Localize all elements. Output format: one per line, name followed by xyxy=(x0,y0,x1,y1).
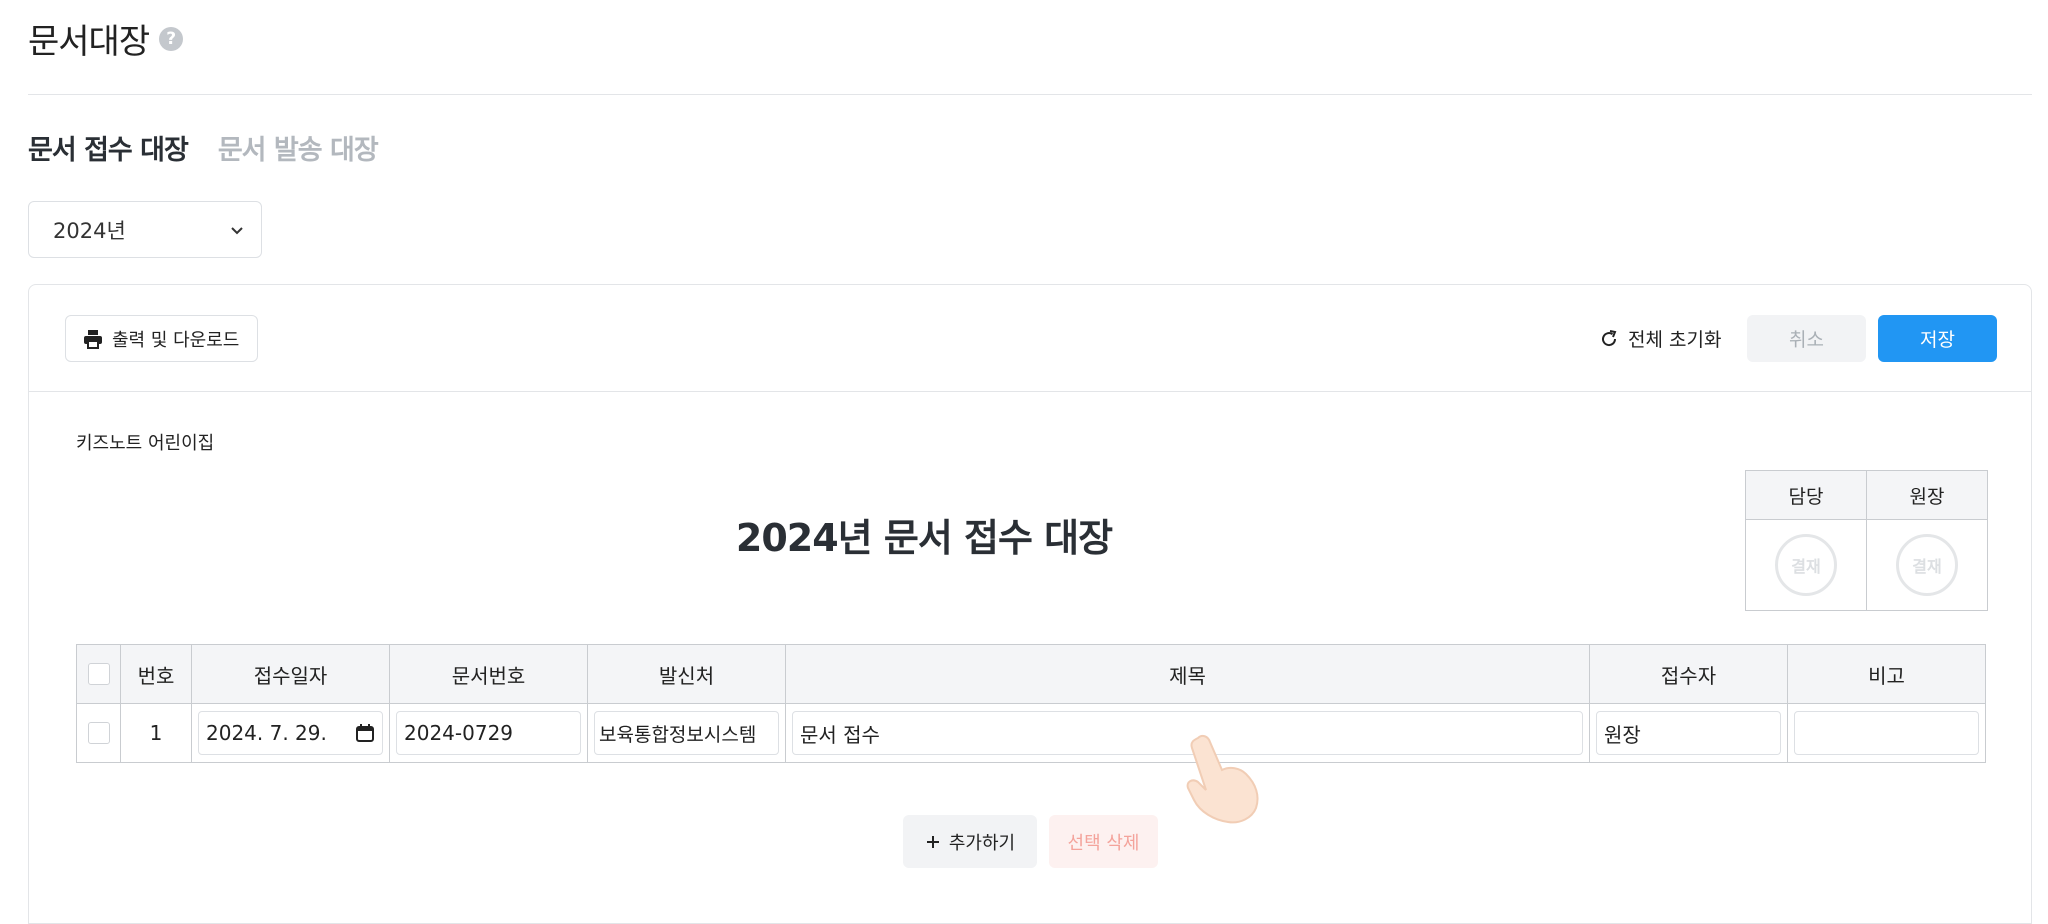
reset-all-label: 전체 초기화 xyxy=(1628,329,1722,351)
reset-all-button[interactable]: 전체 초기화 xyxy=(1598,315,1721,362)
approval-cell-director: 결재 xyxy=(1866,519,1988,611)
table-row: 1 2024. 7. 29. 2024-0729 보육통합정보시스템 문서 접수… xyxy=(76,703,1986,763)
cancel-button[interactable]: 취소 xyxy=(1747,315,1866,362)
table-header-row: 번호 접수일자 문서번호 발신처 제목 접수자 비고 xyxy=(76,644,1986,704)
print-download-button[interactable]: 출력 및 다운로드 xyxy=(65,315,258,362)
header-select-all xyxy=(76,644,121,704)
tab-dispatch-ledger[interactable]: 문서 발송 대장 xyxy=(218,128,379,167)
page-title: 문서대장 ? xyxy=(28,14,184,63)
approval-box: 담당 원장 결재 결재 xyxy=(1745,470,1988,611)
pointer-hand-icon xyxy=(1186,734,1259,824)
add-row-label: 추가하기 xyxy=(948,832,1016,854)
year-select[interactable]: 2024년 xyxy=(28,201,262,258)
plus-icon xyxy=(926,835,939,848)
delete-selected-button[interactable]: 선택 삭제 xyxy=(1049,815,1158,868)
header-sender: 발신처 xyxy=(587,644,786,704)
organization-name: 키즈노트 어린이집 xyxy=(76,433,215,454)
row-number: 1 xyxy=(120,703,192,763)
page-title-text: 문서대장 xyxy=(28,22,150,62)
header-receiver: 접수자 xyxy=(1589,644,1788,704)
header-doc-number: 문서번호 xyxy=(389,644,588,704)
row-checkbox[interactable] xyxy=(87,722,110,744)
header-date: 접수일자 xyxy=(191,644,390,704)
year-select-value: 2024년 xyxy=(53,218,126,243)
date-cell: 2024. 7. 29. xyxy=(191,703,390,763)
refresh-icon xyxy=(1602,329,1617,346)
doc-number-cell: 2024-0729 xyxy=(389,703,588,763)
header-note: 비고 xyxy=(1787,644,1986,704)
help-icon[interactable]: ? xyxy=(159,26,184,51)
header-divider xyxy=(28,94,2032,95)
select-all-checkbox[interactable] xyxy=(87,663,110,685)
sender-cell: 보육통합정보시스템 xyxy=(587,703,786,763)
approval-header-manager: 담당 xyxy=(1745,470,1867,520)
approval-header-director: 원장 xyxy=(1866,470,1988,520)
ledger-tabs: 문서 접수 대장 문서 발송 대장 xyxy=(28,128,379,167)
row-select-cell xyxy=(76,703,121,763)
approval-stamp[interactable]: 결재 xyxy=(1896,534,1958,596)
print-download-label: 출력 및 다운로드 xyxy=(112,329,240,351)
date-value: 2024. 7. 29. xyxy=(206,721,327,745)
ledger-panel: 출력 및 다운로드 전체 초기화 취소 저장 키즈노트 어린이집 2024년 문… xyxy=(28,284,2032,924)
header-subject: 제목 xyxy=(785,644,1590,704)
sender-input[interactable]: 보육통합정보시스템 xyxy=(594,711,779,755)
printer-icon xyxy=(84,329,102,349)
save-button[interactable]: 저장 xyxy=(1878,315,1997,362)
doc-number-input[interactable]: 2024-0729 xyxy=(396,711,581,755)
calendar-icon[interactable] xyxy=(355,723,375,743)
add-row-button[interactable]: 추가하기 xyxy=(903,815,1037,868)
note-cell xyxy=(1787,703,1986,763)
tab-receipt-ledger[interactable]: 문서 접수 대장 xyxy=(28,128,189,167)
document-title: 2024년 문서 접수 대장 xyxy=(735,516,1113,560)
chevron-down-icon xyxy=(231,226,243,234)
ledger-table: 번호 접수일자 문서번호 발신처 제목 접수자 비고 1 2024. 7. 29… xyxy=(76,644,1986,763)
note-input[interactable] xyxy=(1794,711,1979,755)
approval-stamp[interactable]: 결재 xyxy=(1775,534,1837,596)
date-input[interactable]: 2024. 7. 29. xyxy=(198,711,383,755)
receiver-cell: 원장 xyxy=(1589,703,1788,763)
toolbar: 출력 및 다운로드 전체 초기화 취소 저장 xyxy=(29,285,2031,392)
header-number: 번호 xyxy=(120,644,192,704)
approval-cell-manager: 결재 xyxy=(1745,519,1867,611)
receiver-input[interactable]: 원장 xyxy=(1596,711,1781,755)
